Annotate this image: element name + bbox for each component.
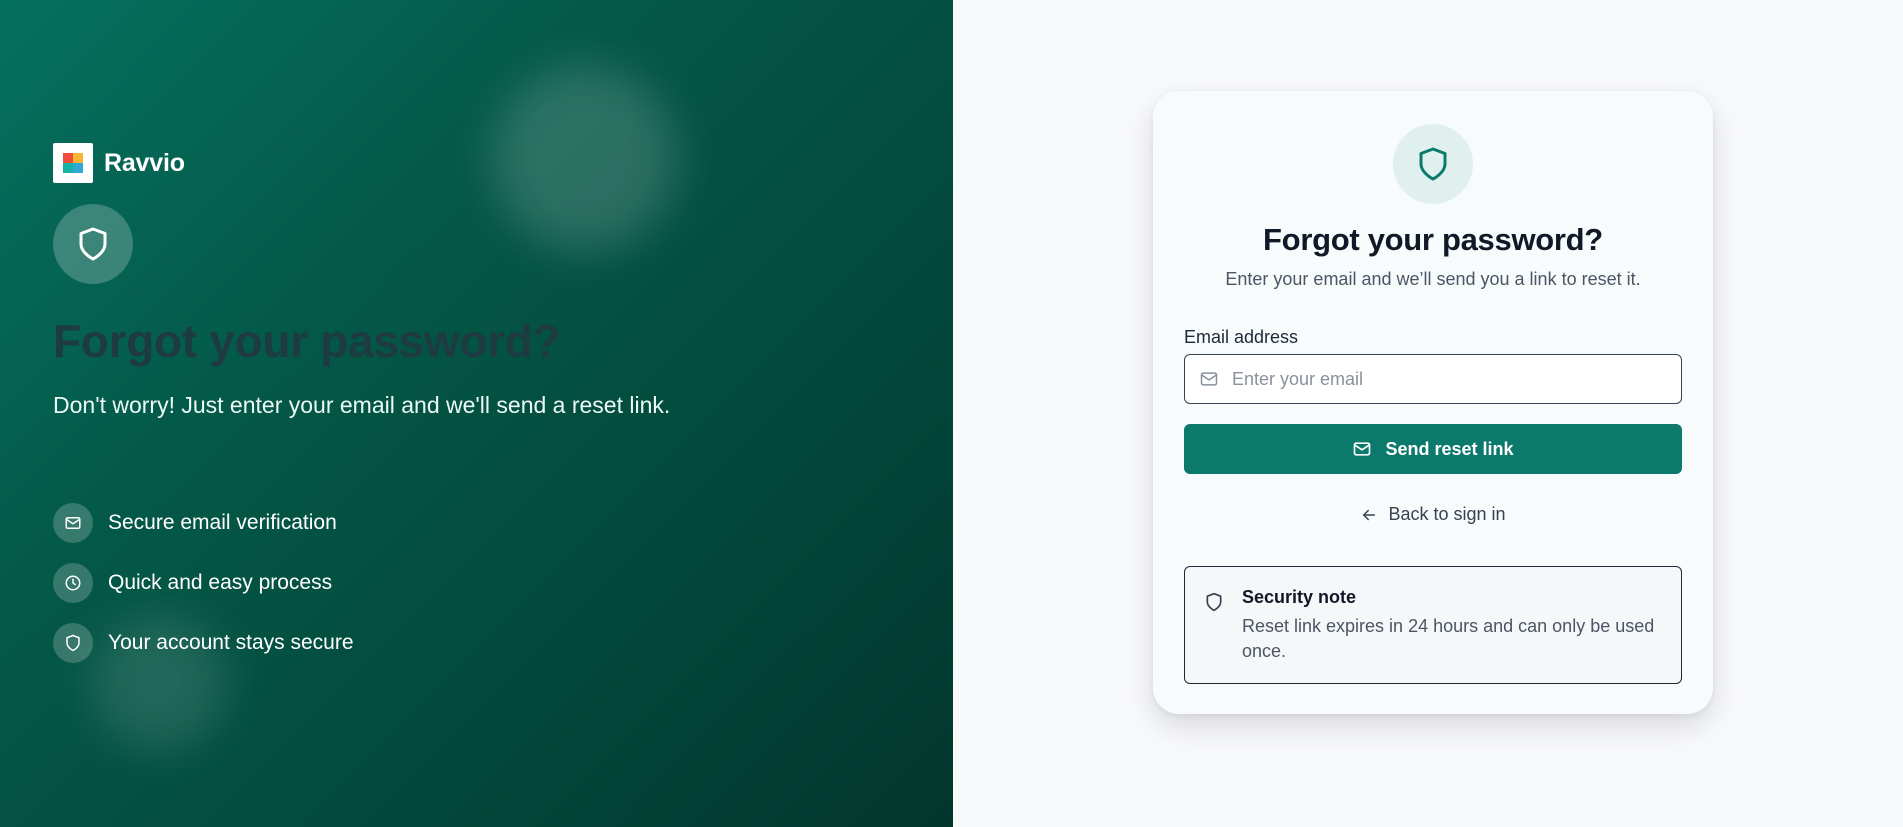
security-note-body: Reset link expires in 24 hours and can o… xyxy=(1242,616,1655,661)
back-to-sign-in-label: Back to sign in xyxy=(1388,504,1506,524)
hero-subtitle: Don't worry! Just enter your email and w… xyxy=(53,392,671,418)
brand-name: Ravvio xyxy=(104,148,185,177)
arrow-left-icon xyxy=(1363,509,1376,520)
email-label: Email address xyxy=(1184,327,1299,347)
feature-label: Quick and easy process xyxy=(108,571,333,594)
reset-password-card: Forgot your password? Enter your email a… xyxy=(1153,91,1713,714)
feature-label: Your account stays secure xyxy=(108,631,354,654)
feature-label: Secure email verification xyxy=(108,511,337,534)
card-title: Forgot your password? xyxy=(1263,222,1603,257)
email-input[interactable] xyxy=(1232,355,1681,403)
hero-title: Forgot your password? xyxy=(53,315,561,367)
feature-list: Secure email verification Quick and easy… xyxy=(53,503,354,683)
security-note-title: Security note xyxy=(1242,587,1357,607)
feature-item: Your account stays secure xyxy=(53,623,354,663)
email-field[interactable] xyxy=(1184,354,1682,404)
clock-icon xyxy=(53,563,93,603)
feature-item: Secure email verification xyxy=(53,503,354,543)
brand-logo xyxy=(53,143,93,183)
decorative-glow xyxy=(492,66,677,251)
mail-icon xyxy=(1354,442,1371,456)
back-to-sign-in-link[interactable]: Back to sign in xyxy=(1153,504,1713,525)
mail-icon xyxy=(53,503,93,543)
hero-panel: Ravvio Forgot your password? Don't worry… xyxy=(0,0,953,827)
feature-item: Quick and easy process xyxy=(53,563,354,603)
shield-icon xyxy=(1206,592,1222,612)
shield-icon xyxy=(53,204,133,284)
security-note: Security note Reset link expires in 24 h… xyxy=(1184,566,1682,684)
card-subtitle: Enter your email and we’ll send you a li… xyxy=(1225,269,1641,289)
brand: Ravvio xyxy=(53,143,185,183)
shield-icon xyxy=(1393,124,1473,204)
send-reset-link-label: Send reset link xyxy=(1385,438,1514,459)
send-reset-link-button[interactable]: Send reset link xyxy=(1184,424,1682,474)
mail-icon xyxy=(1199,369,1219,389)
shield-icon xyxy=(53,623,93,663)
